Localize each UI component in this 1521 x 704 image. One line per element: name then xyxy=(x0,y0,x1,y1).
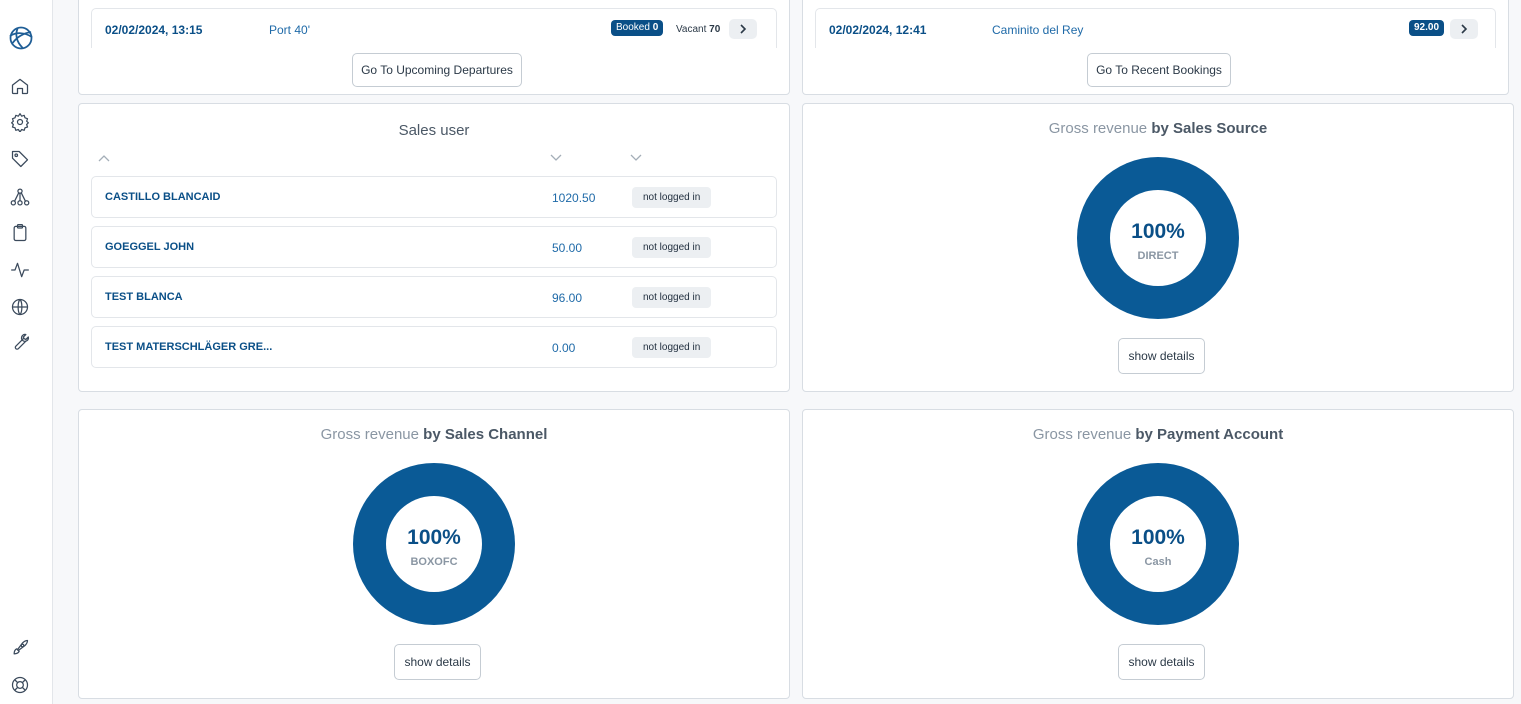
show-details-button[interactable]: show details xyxy=(1118,644,1205,680)
revenue-channel-title: Gross revenue by Sales Channel xyxy=(79,426,789,443)
revenue-by-sales-channel-card: Gross revenue by Sales Channel 100% BOXO… xyxy=(78,409,790,699)
booked-value: 0 xyxy=(652,22,659,33)
donut-label: DIRECT xyxy=(1137,250,1179,262)
show-details-button[interactable]: show details xyxy=(1118,338,1205,374)
departure-date: 02/02/2024, 13:15 xyxy=(105,23,203,37)
status-badge: not logged in xyxy=(632,337,712,358)
activity-icon[interactable] xyxy=(10,260,30,280)
vacant-value: 70 xyxy=(709,24,721,35)
chevron-right-icon xyxy=(740,24,747,34)
sales-user-amount: 50.00 xyxy=(552,241,583,255)
departure-open-button[interactable] xyxy=(729,19,757,39)
sales-user-row[interactable]: TEST MATERSCHLÄGER GRE... 0.00 not logge… xyxy=(91,326,777,368)
donut-percent: 100% xyxy=(407,526,461,549)
sales-user-row[interactable]: TEST BLANCA 96.00 not logged in xyxy=(91,276,777,318)
rocket-icon[interactable] xyxy=(10,638,30,658)
title-prefix: Gross revenue xyxy=(1032,426,1132,443)
wrench-icon[interactable] xyxy=(10,332,30,352)
chevron-right-icon xyxy=(1461,24,1468,34)
home-icon[interactable] xyxy=(10,76,30,96)
sidebar xyxy=(0,0,53,704)
sales-channel-donut-chart: 100% BOXOFC xyxy=(353,463,515,625)
revenue-by-payment-account-card: Gross revenue by Payment Account 100% Ca… xyxy=(802,409,1514,699)
sales-user-name: TEST BLANCA xyxy=(105,291,183,303)
sales-user-row[interactable]: CASTILLO BLANCAID 1020.50 not logged in xyxy=(91,176,777,218)
vacant-label: Vacant xyxy=(676,24,707,35)
booking-row[interactable]: 02/02/2024, 12:41 Caminito del Rey 92.00 xyxy=(815,8,1496,48)
lifebuoy-icon[interactable] xyxy=(10,675,30,695)
donut-percent: 100% xyxy=(1131,220,1185,243)
upcoming-departures-card: 02/02/2024, 13:15 Port 40' Booked 0 Vaca… xyxy=(78,0,790,95)
recent-bookings-card: 02/02/2024, 12:41 Caminito del Rey 92.00… xyxy=(802,0,1509,95)
status-badge: not logged in xyxy=(632,187,712,208)
sales-user-card: Sales user CASTILLO BLANCAID 1020.50 not… xyxy=(78,103,790,392)
payment-account-donut-chart: 100% Cash xyxy=(1077,463,1239,625)
revenue-payment-title: Gross revenue by Payment Account xyxy=(803,426,1513,443)
sort-status-chevron-down-icon[interactable] xyxy=(630,149,642,161)
booked-label: Booked xyxy=(616,22,650,33)
sales-user-amount: 96.00 xyxy=(552,291,583,305)
go-to-upcoming-departures-button[interactable]: Go To Upcoming Departures xyxy=(352,53,522,87)
donut-label: Cash xyxy=(1144,556,1172,568)
sort-amount-chevron-down-icon[interactable] xyxy=(550,149,562,161)
sales-user-name: TEST MATERSCHLÄGER GRE... xyxy=(105,341,273,353)
status-badge: not logged in xyxy=(632,287,712,308)
sales-source-donut-chart: 100% DIRECT xyxy=(1077,157,1239,319)
title-prefix: Gross revenue xyxy=(320,426,419,443)
title-suffix: by Sales Channel xyxy=(423,426,548,443)
globe-logo-icon[interactable] xyxy=(7,24,35,52)
title-suffix: by Sales Source xyxy=(1151,120,1268,137)
sales-user-amount: 0.00 xyxy=(552,341,576,355)
departure-name[interactable]: Port 40' xyxy=(269,23,310,37)
clipboard-icon[interactable] xyxy=(10,223,30,243)
status-badge: not logged in xyxy=(632,237,712,258)
show-details-button[interactable]: show details xyxy=(394,644,481,680)
booking-amount-badge: 92.00 xyxy=(1409,20,1445,36)
donut-percent: 100% xyxy=(1131,526,1185,549)
revenue-by-sales-source-card: Gross revenue by Sales Source 100% DIREC… xyxy=(802,103,1514,392)
sales-user-row[interactable]: GOEGGEL JOHN 50.00 not logged in xyxy=(91,226,777,268)
sales-user-title: Sales user xyxy=(398,122,470,139)
go-to-recent-bookings-button[interactable]: Go To Recent Bookings xyxy=(1087,53,1231,87)
departure-row[interactable]: 02/02/2024, 13:15 Port 40' Booked 0 Vaca… xyxy=(91,8,777,48)
sales-user-name: CASTILLO BLANCAID xyxy=(105,191,221,203)
title-suffix: by Payment Account xyxy=(1135,426,1284,443)
sales-user-amount: 1020.50 xyxy=(552,191,596,205)
title-prefix: Gross revenue xyxy=(1048,120,1148,137)
booking-name[interactable]: Caminito del Rey xyxy=(992,23,1083,37)
booking-date: 02/02/2024, 12:41 xyxy=(829,23,927,37)
settings-gear-icon[interactable] xyxy=(10,112,30,132)
vacant-info: Vacant 70 xyxy=(676,24,720,35)
sales-user-name: GOEGGEL JOHN xyxy=(105,241,195,253)
donut-label: BOXOFC xyxy=(410,556,458,568)
revenue-source-title: Gross revenue by Sales Source xyxy=(803,120,1513,137)
globe-icon[interactable] xyxy=(10,297,30,317)
booking-open-button[interactable] xyxy=(1450,19,1478,39)
booked-badge: Booked 0 xyxy=(611,20,664,36)
network-icon[interactable] xyxy=(10,187,30,207)
tag-icon[interactable] xyxy=(10,149,30,169)
sort-name-chevron-up-icon[interactable] xyxy=(98,149,110,162)
